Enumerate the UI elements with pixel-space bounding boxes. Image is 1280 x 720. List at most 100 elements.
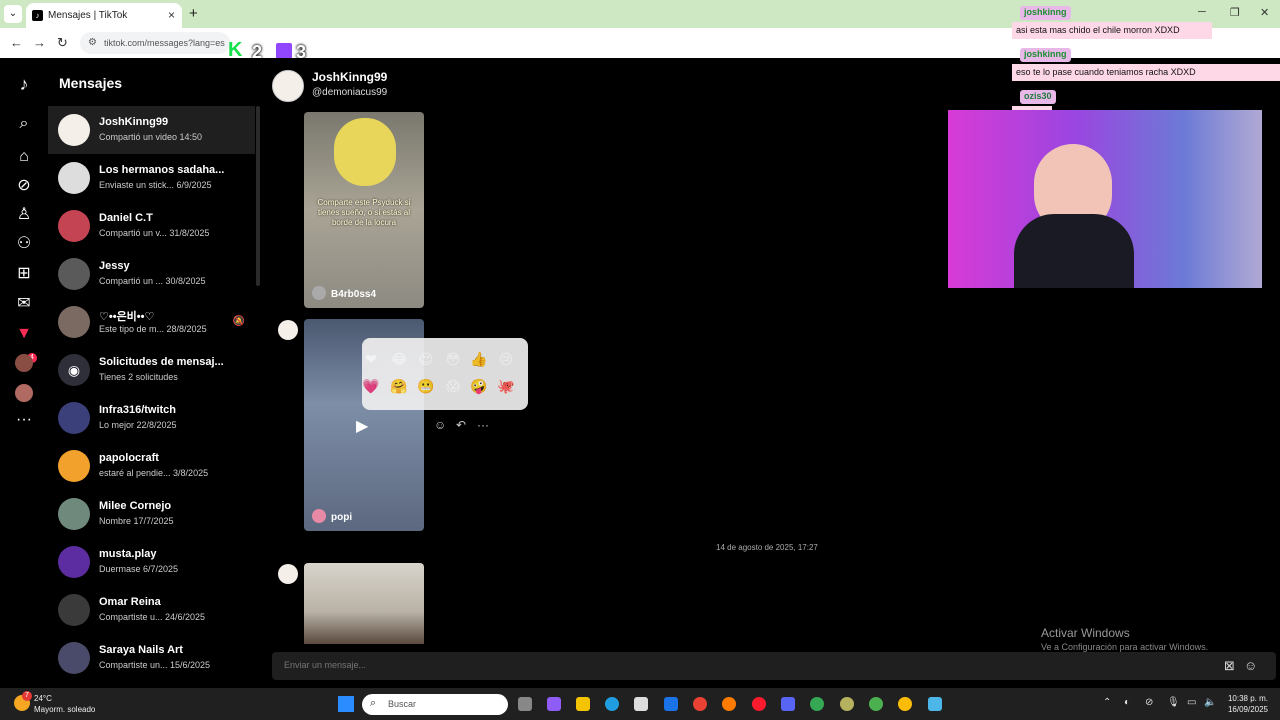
play-icon[interactable]: ▶ xyxy=(356,416,368,436)
notepad-icon[interactable] xyxy=(928,697,942,711)
conversation-preview: Nombre 17/7/2025 xyxy=(99,516,174,526)
list-item[interactable]: musta.play Duermase 6/7/2025 xyxy=(48,538,255,586)
chrome-active-icon[interactable] xyxy=(898,697,912,711)
chat-contact-name[interactable]: JoshKinng99 xyxy=(312,70,387,84)
task-view-icon[interactable] xyxy=(518,697,532,711)
site-info-icon[interactable]: ⚙ xyxy=(88,37,97,48)
add-reaction-icon[interactable]: ☺ xyxy=(434,418,446,432)
discord-icon[interactable] xyxy=(781,697,795,711)
address-bar[interactable]: ⚙ tiktok.com/messages?lang=es xyxy=(80,32,230,54)
image-upload-icon[interactable]: ⊠ xyxy=(1224,658,1235,674)
conversation-name: Saraya Nails Art xyxy=(99,644,183,656)
outlook-icon[interactable] xyxy=(664,697,678,711)
message-requests-item[interactable]: ◉ Solicitudes de mensaj... Tienes 2 soli… xyxy=(48,346,255,394)
reaction-grimace-icon[interactable]: 😬 xyxy=(417,377,435,395)
copilot-icon[interactable] xyxy=(547,697,561,711)
list-item[interactable]: papolocraft estaré al pendie... 3/8/2025 xyxy=(48,442,255,490)
avatar[interactable] xyxy=(278,564,298,584)
message-input[interactable] xyxy=(284,660,401,670)
conversation-scrollbar[interactable] xyxy=(256,106,260,286)
file-explorer-icon[interactable] xyxy=(576,697,590,711)
home-icon[interactable]: ⌂ xyxy=(14,147,34,167)
more-options-icon[interactable]: ··· xyxy=(477,418,489,432)
microphone-icon[interactable]: 🎙 xyxy=(1167,697,1180,708)
avatar[interactable] xyxy=(15,384,33,402)
clock-date[interactable]: 16/09/2025 xyxy=(1228,705,1268,714)
upload-icon[interactable]: ⊞ xyxy=(14,264,34,284)
avatar xyxy=(58,162,90,194)
avatar xyxy=(58,306,90,338)
explore-icon[interactable]: ⊘ xyxy=(14,176,34,196)
store-icon[interactable] xyxy=(634,697,648,711)
forward-icon[interactable]: → xyxy=(33,35,46,50)
clock-time[interactable]: 10:38 p. m. xyxy=(1228,694,1268,703)
avatar xyxy=(312,286,326,300)
new-tab-icon[interactable]: + xyxy=(189,5,198,22)
reply-icon[interactable]: ↶ xyxy=(456,418,466,432)
reload-icon[interactable]: ↻ xyxy=(57,35,68,51)
friends-icon[interactable]: ⚇ xyxy=(14,234,34,254)
shared-video-card[interactable] xyxy=(304,563,424,644)
shared-video-card[interactable]: Comparte este Psyduck si tienes sueño, o… xyxy=(304,112,424,308)
conversation-name: Jessy xyxy=(99,260,130,272)
live-icon[interactable]: ▼ xyxy=(14,324,34,344)
chrome-profile-icon[interactable] xyxy=(810,697,824,711)
list-item[interactable]: Daniel C.T Compartió un v... 31/8/2025 xyxy=(48,202,255,250)
app-icon[interactable] xyxy=(840,697,854,711)
list-item[interactable]: Omar Reina Compartiste u... 24/6/2025 xyxy=(48,586,255,634)
emoji-icon[interactable]: ☺ xyxy=(1244,658,1257,673)
avatar[interactable] xyxy=(15,354,33,372)
list-item[interactable]: ♡••은비••♡ Este tipo de m... 28/8/2025 🔕 xyxy=(48,298,255,346)
tab-search-icon[interactable]: ⌄ xyxy=(4,5,22,23)
reaction-heart-pink-icon[interactable]: 💗 xyxy=(362,377,380,395)
network-icon[interactable]: ▭ xyxy=(1187,697,1196,708)
tray-app-icon[interactable]: ◐ xyxy=(1124,697,1130,708)
edge-icon[interactable] xyxy=(605,697,619,711)
streamer-shirt xyxy=(1014,214,1134,288)
tray-overflow-icon[interactable]: ⌃ xyxy=(1103,697,1111,708)
reaction-thumbs-up-icon[interactable]: 👍 xyxy=(470,350,488,368)
list-item[interactable]: Jessy Compartió un ... 30/8/2025 xyxy=(48,250,255,298)
video-thumbnail xyxy=(334,118,396,186)
reaction-hug-icon[interactable]: 🤗 xyxy=(390,377,408,395)
reaction-heart-icon[interactable]: ❤ xyxy=(362,350,380,368)
list-item[interactable]: Los hermanos sadaha... Enviaste un stick… xyxy=(48,154,255,202)
avatar xyxy=(58,210,90,242)
following-icon[interactable]: ♙ xyxy=(14,205,34,225)
conversation-name: musta.play xyxy=(99,548,157,560)
volume-icon[interactable]: 🔈 xyxy=(1204,697,1216,708)
windows-start-icon[interactable] xyxy=(338,696,354,712)
reaction-shock-icon[interactable]: 😳 xyxy=(444,350,462,368)
reaction-sad-icon[interactable]: 😢 xyxy=(497,350,515,368)
back-icon[interactable]: ← xyxy=(10,35,23,50)
chrome-icon[interactable] xyxy=(693,697,707,711)
firefox-icon[interactable] xyxy=(722,697,736,711)
tiktok-logo-icon[interactable]: ♪ xyxy=(14,74,34,94)
more-icon[interactable]: ··· xyxy=(14,410,34,430)
video-author[interactable]: popi xyxy=(331,512,352,523)
taskbar-search[interactable]: ⌕ Buscar xyxy=(362,694,508,715)
messages-icon[interactable]: ✉ xyxy=(14,294,34,314)
reaction-scream-icon[interactable]: 😱 xyxy=(444,377,462,395)
reaction-laugh-icon[interactable]: 😂 xyxy=(390,350,408,368)
tray-app-icon[interactable]: ⊘ xyxy=(1145,697,1153,708)
conversation-name: ♡••은비••♡ xyxy=(99,311,155,323)
reaction-love-icon[interactable]: 😍 xyxy=(417,350,435,368)
avatar[interactable] xyxy=(272,70,304,102)
list-item[interactable]: Saraya Nails Art Compartiste un... 15/6/… xyxy=(48,634,255,682)
search-icon[interactable]: ⌕ xyxy=(14,114,34,134)
tab-close-icon[interactable]: × xyxy=(168,8,175,22)
video-author[interactable]: B4rb0ss4 xyxy=(331,289,376,300)
message-composer: ⊠ ☺ xyxy=(272,652,1276,680)
conversation-name: Infra316/twitch xyxy=(99,404,177,416)
reaction-crazy-icon[interactable]: 🤪 xyxy=(470,377,488,395)
list-item[interactable]: JoshKinng99 Compartió un video 14:50 xyxy=(48,106,255,154)
opera-icon[interactable] xyxy=(752,697,766,711)
taskbar-search-placeholder: Buscar xyxy=(388,699,417,709)
reaction-octopus-icon[interactable]: 🐙 xyxy=(497,377,515,395)
browser-tab[interactable]: ♪ Mensajes | TikTok × xyxy=(26,3,182,28)
chrome-profile-icon[interactable] xyxy=(869,697,883,711)
list-item[interactable]: Milee Cornejo Nombre 17/7/2025 xyxy=(48,490,255,538)
list-item[interactable]: Infra316/twitch Lo mejor 22/8/2025 xyxy=(48,394,255,442)
avatar[interactable] xyxy=(278,320,298,340)
